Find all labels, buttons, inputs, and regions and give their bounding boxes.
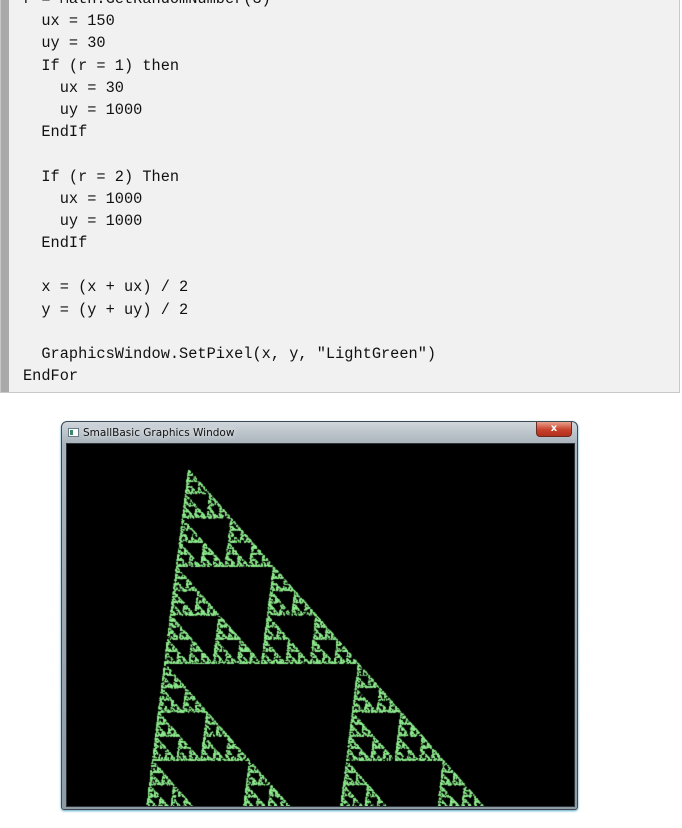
code-line: If (r = 2) Then — [23, 167, 180, 186]
code-line: If (r = 1) then — [23, 56, 180, 75]
code-line: ux = 1000 — [23, 189, 143, 208]
code-line: EndIf — [23, 123, 88, 142]
code-lines: r = Math.GetRandomNumber(3) ux = 150 uy … — [23, 0, 436, 387]
window-app-icon — [68, 428, 79, 437]
code-line: y = (y + uy) / 2 — [23, 300, 189, 319]
code-line: ux = 30 — [23, 78, 124, 97]
graphics-canvas — [66, 443, 575, 807]
code-line: r = Math.GetRandomNumber(3) — [23, 0, 436, 10]
code-line: ux = 150 — [23, 12, 115, 31]
code-line: uy = 1000 — [23, 211, 143, 230]
code-line: EndFor — [23, 367, 79, 386]
code-line: uy = 30 — [23, 34, 106, 53]
graphics-window: SmallBasic Graphics Window x — [61, 421, 578, 810]
code-line: EndIf — [23, 234, 88, 253]
window-title: SmallBasic Graphics Window — [83, 427, 235, 439]
code-line: uy = 1000 — [23, 100, 143, 119]
close-button[interactable]: x — [536, 422, 572, 437]
code-gutter — [1, 0, 9, 392]
code-line: x = (x + ux) / 2 — [23, 278, 189, 297]
code-line: GraphicsWindow.SetPixel(x, y, "LightGree… — [23, 345, 437, 363]
code-block: r = Math.GetRandomNumber(3) ux = 150 uy … — [0, 0, 680, 393]
